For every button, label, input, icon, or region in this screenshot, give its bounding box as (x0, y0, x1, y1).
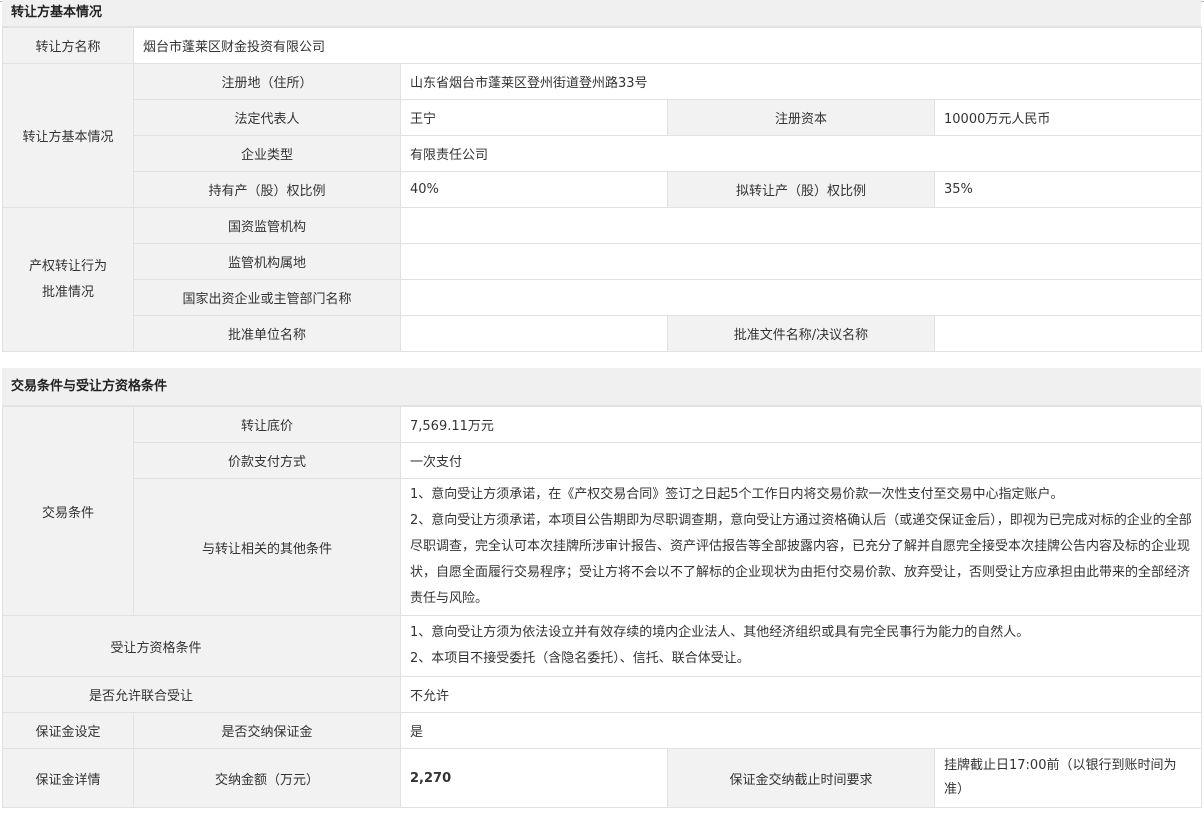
deposit-amount-label: 交纳金额（万元） (133, 748, 401, 808)
joint-label: 是否允许联合受让 (2, 676, 401, 713)
table-row: 国家出资企业或主管部门名称 (3, 279, 1203, 316)
base-price-value: 7,569.11万元 (399, 406, 1203, 443)
company-type-value: 有限责任公司 (399, 135, 1203, 172)
transferor-name-value: 烟台市蓬莱区财金投资有限公司 (132, 27, 1203, 64)
holding-ratio-value: 40% (400, 171, 668, 208)
payment-value: 一次支付 (399, 442, 1203, 479)
other-conditions-label: 与转让相关的其他条件 (133, 478, 401, 616)
deposit-amount-value: 2,270 (400, 748, 668, 808)
table-row: 与转让相关的其他条件 1、意向受让方须承诺，在《产权交易合同》签订之日起5个工作… (3, 478, 1203, 616)
table-row: 受让方资格条件 1、意向受让方须为依法设立并有效存续的境内企业法人、其他经济组织… (2, 615, 1203, 677)
table-row: 企业类型 有限责任公司 (3, 135, 1203, 172)
base-price-label: 转让底价 (133, 406, 401, 443)
section-title: 转让方基本情况 (2, 0, 1201, 27)
approval-label: 产权转让行为 批准情况 (2, 207, 134, 352)
table-row: 监管机构属地 (3, 243, 1203, 280)
transferor-table: 转让方名称 烟台市蓬莱区财金投资有限公司 转让方基本情况 注册地（住所） 山东省… (2, 27, 1203, 352)
address-label: 注册地（住所） (133, 63, 401, 100)
regulator-location-value (399, 243, 1203, 280)
supervisor-label: 国家出资企业或主管部门名称 (133, 279, 401, 316)
address-value: 山东省烟台市蓬莱区登州街道登州路33号 (399, 63, 1203, 100)
capital-value: 10000万元人民币 (933, 99, 1203, 136)
qualification-label: 受让方资格条件 (2, 615, 401, 677)
table-row: 转让方基本情况 注册地（住所） 山东省烟台市蓬莱区登州街道登州路33号 (2, 63, 1203, 208)
trade-conditions-table: 交易条件 转让底价 7,569.11万元 价款支付方式 一次支付 与转让相关的其… (2, 406, 1203, 808)
approval-unit-label: 批准单位名称 (133, 315, 401, 352)
deposit-required-label: 是否交纳保证金 (133, 712, 401, 749)
table-row: 持有产（股）权比例 40% 拟转让产（股）权比例 35% (3, 171, 1203, 208)
table-row: 保证金设定 是否交纳保证金 是 (2, 712, 1203, 749)
legal-rep-label: 法定代表人 (133, 99, 401, 136)
regulator-value (399, 207, 1203, 244)
trade-conditions-label: 交易条件 (2, 406, 134, 616)
trade-conditions-section: 交易条件与受让方资格条件 交易条件 转让底价 7,569.11万元 价款支付方式… (2, 368, 1203, 808)
approval-unit-value (400, 315, 668, 352)
deposit-deadline-label: 保证金交纳截止时间要求 (667, 748, 935, 808)
joint-value: 不允许 (399, 676, 1203, 713)
capital-label: 注册资本 (667, 99, 935, 136)
deposit-detail-label: 保证金详情 (2, 748, 134, 808)
regulator-location-label: 监管机构属地 (133, 243, 401, 280)
approval-label-line1: 产权转让行为 (28, 258, 107, 274)
approval-label-line2: 批准情况 (41, 284, 94, 300)
transfer-ratio-value: 35% (933, 171, 1203, 208)
qualification-1: 1、意向受让方须为依法设立并有效存续的境内企业法人、其他经济组织或具有完全民事行… (410, 625, 1030, 640)
other-condition-2: 2、意向受让方须承诺，本项目公告期即为尽职调查期，意向受让方通过资格确认后（或递… (410, 513, 1192, 606)
deposit-deadline-value: 挂牌截止日17:00前（以银行到账时间为准） (933, 748, 1203, 808)
other-condition-1: 1、意向受让方须承诺，在《产权交易合同》签订之日起5个工作日内将交易价款一次性支… (410, 487, 1064, 502)
qualification-value: 1、意向受让方须为依法设立并有效存续的境内企业法人、其他经济组织或具有完全民事行… (399, 615, 1203, 677)
company-type-label: 企业类型 (133, 135, 401, 172)
table-row: 是否允许联合受让 不允许 (2, 676, 1203, 713)
deposit-setting-label: 保证金设定 (2, 712, 134, 749)
basic-info-label: 转让方基本情况 (2, 63, 134, 208)
table-row: 转让方名称 烟台市蓬莱区财金投资有限公司 (2, 27, 1203, 64)
deposit-required-value: 是 (399, 712, 1203, 749)
table-row: 产权转让行为 批准情况 国资监管机构 (2, 207, 1203, 352)
holding-ratio-label: 持有产（股）权比例 (133, 171, 401, 208)
transferor-name-label: 转让方名称 (2, 27, 134, 64)
table-row: 保证金详情 交纳金额（万元） 2,270 保证金交纳截止时间要求 挂牌截止日17… (2, 748, 1203, 808)
regulator-label: 国资监管机构 (133, 207, 401, 244)
other-conditions-value: 1、意向受让方须承诺，在《产权交易合同》签订之日起5个工作日内将交易价款一次性支… (399, 478, 1203, 616)
legal-rep-value: 王宁 (400, 99, 668, 136)
supervisor-value (399, 279, 1203, 316)
approval-doc-label: 批准文件名称/决议名称 (667, 315, 935, 352)
table-row: 交易条件 转让底价 7,569.11万元 (2, 406, 1203, 616)
section-title: 交易条件与受让方资格条件 (2, 368, 1201, 406)
payment-label: 价款支付方式 (133, 442, 401, 479)
qualification-2: 2、本项目不接受委托（含隐名委托）、信托、联合体受让。 (410, 651, 750, 666)
table-row: 法定代表人 王宁 注册资本 10000万元人民币 (3, 99, 1203, 136)
approval-doc-value (933, 315, 1203, 352)
transferor-section: 转让方基本情况 转让方名称 烟台市蓬莱区财金投资有限公司 转让方基本情况 注册地… (2, 0, 1203, 352)
table-row: 批准单位名称 批准文件名称/决议名称 (3, 315, 1203, 352)
transfer-ratio-label: 拟转让产（股）权比例 (667, 171, 935, 208)
table-row: 价款支付方式 一次支付 (3, 442, 1203, 479)
